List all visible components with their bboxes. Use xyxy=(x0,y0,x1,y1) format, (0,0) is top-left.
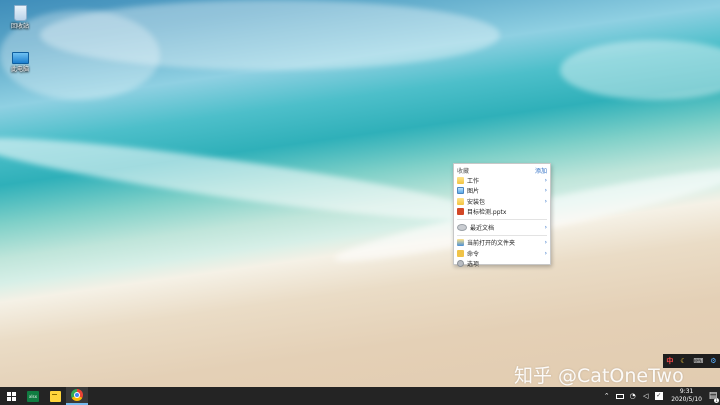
add-favorite-link[interactable]: 添加 xyxy=(535,166,547,175)
chevron-right-icon: › xyxy=(544,197,547,205)
excel-icon: xlsx xyxy=(27,390,39,402)
sticky-notes-icon xyxy=(49,390,61,402)
menu-divider xyxy=(457,234,547,236)
network-icon[interactable]: ◔ xyxy=(628,392,637,401)
taskbar-app-sticky-notes[interactable] xyxy=(44,387,66,405)
taskbar: xlsx ⌃ ◔ ◁ ✓ 9:31 2020/5/10 ▤ 1 xyxy=(0,387,720,405)
chevron-right-icon: › xyxy=(544,176,547,184)
menu-item-label: 安装包 xyxy=(467,198,486,206)
menu-item-label: 最近文档 xyxy=(470,224,495,232)
chevron-right-icon: › xyxy=(544,239,547,247)
menu-item-work[interactable]: 工作 › xyxy=(454,175,550,186)
system-tray: ⌃ ◔ ◁ ✓ xyxy=(602,392,667,401)
watermark: 知乎 @CatOneTwo xyxy=(514,365,684,387)
desktop-icon-label: 回收站 xyxy=(10,23,29,30)
chevron-right-icon: › xyxy=(544,187,547,195)
menu-item-recent-documents[interactable]: 最近文档 › xyxy=(454,222,550,233)
this-pc-icon xyxy=(11,52,29,64)
explorer-icon xyxy=(457,239,464,247)
menu-header: 收藏 添加 xyxy=(454,165,550,175)
desktop-icon-label: 此电脑 xyxy=(10,66,29,73)
chrome-icon xyxy=(71,389,83,401)
desktop-icon-this-pc[interactable]: 此电脑 xyxy=(2,52,38,73)
menu-header-title: 收藏 xyxy=(457,167,470,175)
keyboard-icon[interactable]: ⌨ xyxy=(693,357,703,365)
menu-item-label: 图片 xyxy=(467,188,480,196)
menu-item-label: 工作 xyxy=(467,177,480,185)
volume-icon[interactable]: ◁ xyxy=(641,392,650,401)
gear-icon xyxy=(457,260,464,268)
start-button[interactable] xyxy=(0,387,22,405)
battery-icon[interactable] xyxy=(615,392,624,401)
desktop-icon-recycle-bin[interactable]: 回收站 xyxy=(2,5,38,30)
menu-item-label: 目标检测.pptx xyxy=(467,209,507,217)
menu-item-pptx-file[interactable]: 目标检测.pptx xyxy=(454,207,550,218)
menu-item-label: 当前打开的文件夹 xyxy=(467,240,516,248)
security-check-icon[interactable]: ✓ xyxy=(654,392,663,401)
folder-icon xyxy=(457,197,464,205)
windows-logo-icon xyxy=(6,391,16,401)
action-center-button[interactable]: ▤ 1 xyxy=(706,387,720,405)
wave-foam xyxy=(40,0,500,70)
menu-item-label: 命令 xyxy=(467,250,480,258)
desktop-wallpaper xyxy=(0,0,720,387)
show-hidden-icons-caret[interactable]: ⌃ xyxy=(602,392,611,401)
clock-date: 2020/5/10 xyxy=(671,396,702,403)
recycle-bin-icon xyxy=(13,5,27,21)
chevron-right-icon: › xyxy=(544,223,547,231)
menu-item-open-folders[interactable]: 当前打开的文件夹 › xyxy=(454,238,550,249)
wave-foam xyxy=(560,40,720,100)
command-icon xyxy=(457,249,464,257)
chevron-right-icon: › xyxy=(544,249,547,257)
taskbar-app-chrome[interactable] xyxy=(66,387,88,405)
taskbar-clock[interactable]: 9:31 2020/5/10 xyxy=(667,388,706,404)
folder-icon xyxy=(457,176,464,184)
pptx-icon xyxy=(457,208,464,216)
taskbar-app-excel[interactable]: xlsx xyxy=(22,387,44,405)
menu-divider xyxy=(457,219,547,220)
menu-item-pictures[interactable]: 图片 › xyxy=(454,186,550,197)
settings-gear-icon[interactable]: ⚙ xyxy=(710,357,716,365)
menu-item-installers[interactable]: 安装包 › xyxy=(454,196,550,207)
favorites-menu: 收藏 添加 工作 › 图片 › 安装包 › 目标检测.pptx 最近文档 › 当… xyxy=(453,163,551,268)
clock-time: 9:31 xyxy=(679,388,694,395)
menu-item-options[interactable]: 选项 xyxy=(454,259,550,270)
notification-count-badge: 1 xyxy=(714,398,719,403)
clock-icon xyxy=(457,223,467,231)
picture-icon xyxy=(457,187,464,195)
menu-item-commands[interactable]: 命令 › xyxy=(454,248,550,259)
wave-foam xyxy=(0,123,491,235)
menu-item-label: 选项 xyxy=(467,261,480,269)
